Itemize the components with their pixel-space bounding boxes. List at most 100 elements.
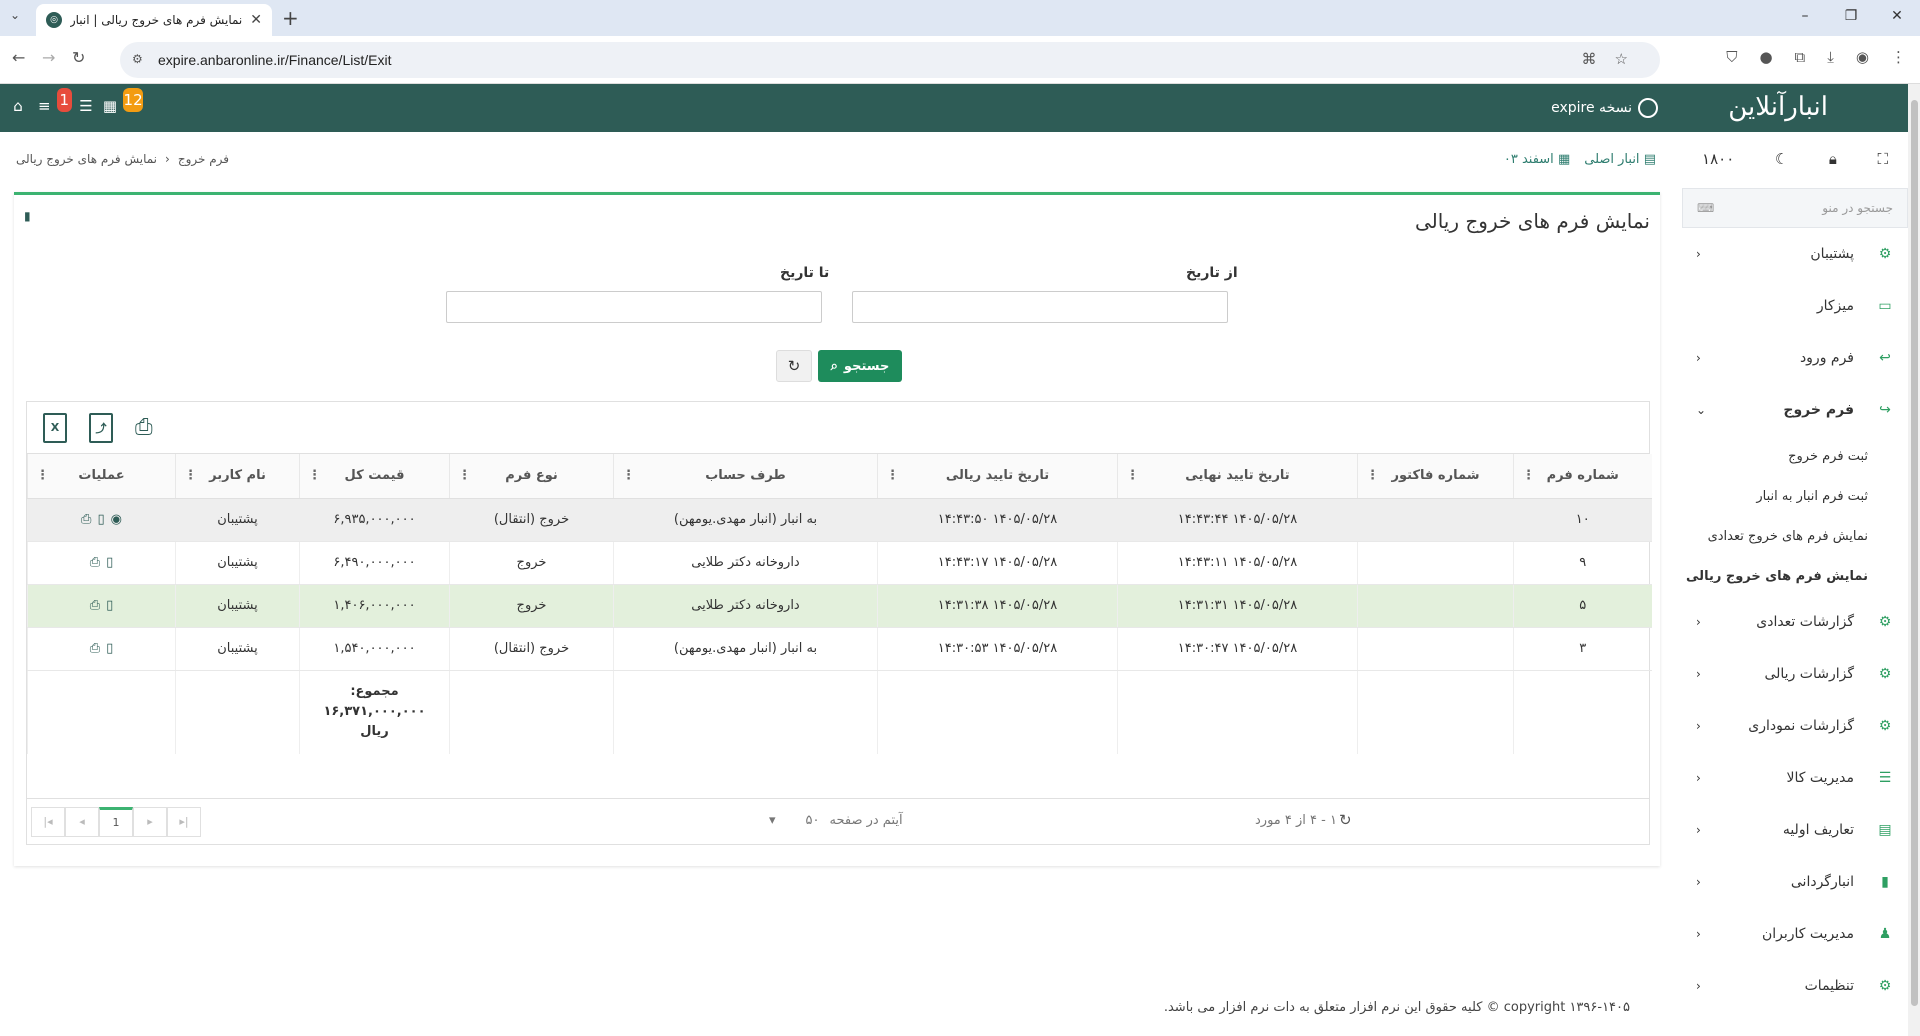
fullscreen-icon[interactable]: ⛶: [1877, 150, 1888, 184]
list-icon[interactable]: ☰: [76, 94, 96, 118]
column-menu-icon[interactable]: ⋮: [1366, 468, 1379, 483]
sidebar-item-goods-management[interactable]: ☰ مدیریت کالا ‹: [1682, 752, 1908, 804]
document-icon[interactable]: ▯: [106, 641, 113, 656]
sidebar-item-quantity-reports[interactable]: ⚙ گزارشات تعدادی ‹: [1682, 596, 1908, 648]
column-menu-icon[interactable]: ⋮: [36, 468, 49, 483]
sidebar-item-support[interactable]: ⚙ پشتیبان ‹: [1682, 228, 1908, 280]
print-row-icon[interactable]: ⎙: [90, 598, 100, 613]
url-field[interactable]: ⚙ expire.anbaronline.ir/Finance/List/Exi…: [120, 42, 1660, 78]
column-menu-icon[interactable]: ⋮: [622, 468, 635, 483]
print-icon[interactable]: ⎙: [135, 415, 153, 440]
column-menu-icon[interactable]: ⋮: [184, 468, 197, 483]
user-menu[interactable]: نسخه expire: [1551, 98, 1658, 118]
close-window-icon[interactable]: ✕: [1874, 0, 1920, 32]
breadcrumb-parent[interactable]: فرم خروج: [178, 152, 229, 166]
bookmark-icon[interactable]: ▮: [24, 209, 31, 223]
sidebar-subitem-register-exit[interactable]: ثبت فرم خروج: [1682, 436, 1908, 476]
app-logo[interactable]: انبارآنلاین: [1728, 92, 1828, 122]
next-page-icon[interactable]: ▸: [133, 806, 167, 837]
translate-icon[interactable]: ⌘: [1582, 51, 1615, 68]
print-row-icon[interactable]: ⎙: [81, 512, 91, 527]
notifications-icon[interactable]: ≡ 1: [38, 88, 73, 118]
moon-icon[interactable]: ☾: [1775, 150, 1788, 184]
document-icon[interactable]: ▯: [97, 512, 104, 527]
current-page[interactable]: 1: [99, 806, 133, 837]
sidebar-item-exit-form[interactable]: ↪ فرم خروج ⌄: [1682, 384, 1908, 436]
print-row-icon[interactable]: ⎙: [90, 555, 100, 570]
column-header[interactable]: عملیات ⋮: [27, 454, 176, 499]
excel-export-icon[interactable]: X: [43, 412, 67, 443]
table-row[interactable]: ۳ ۱۴۰۵/۰۵/۲۸ ۱۴:۳۰:۴۷ ۱۴۰۵/۰۵/۲۸ ۱۴:۳۰:۵…: [27, 627, 1652, 671]
pdf-export-icon[interactable]: ⤴: [89, 412, 113, 443]
column-menu-icon[interactable]: ⋮: [1522, 468, 1535, 483]
column-header[interactable]: تاریخ تایید نهایی ⋮: [1117, 454, 1358, 499]
first-page-icon[interactable]: |◂: [31, 806, 65, 837]
period-selector[interactable]: ▦ اسفند ۰۳: [1504, 152, 1570, 167]
sidebar-item-user-management[interactable]: ♟ مدیریت کاربران ‹: [1682, 908, 1908, 960]
column-menu-icon[interactable]: ⋮: [308, 468, 321, 483]
calendar-small-icon: ▦: [1557, 152, 1571, 167]
site-info-icon[interactable]: ⚙: [132, 52, 143, 66]
year-label[interactable]: ۱۸۰۰: [1702, 150, 1734, 184]
sidebar-item-chart-reports[interactable]: ⚙ گزارشات نموداری ‹: [1682, 700, 1908, 752]
sidebar-subitem-warehouse-transfer[interactable]: ثبت فرم انبار به انبار: [1682, 476, 1908, 516]
forward-icon[interactable]: →: [42, 48, 55, 67]
sidebar-search-input[interactable]: جستجو در منو ⌨: [1682, 188, 1908, 228]
sidebar-item-dashboard[interactable]: ▭ میزکار: [1682, 280, 1908, 332]
sidebar-item-stocktaking[interactable]: ▮ انبارگردانی ‹: [1682, 856, 1908, 908]
from-date-input[interactable]: [852, 291, 1228, 323]
table-row[interactable]: ۱۰ ۱۴۰۵/۰۵/۲۸ ۱۴:۴۳:۴۴ ۱۴۰۵/۰۵/۲۸ ۱۴:۴۳:…: [27, 498, 1652, 542]
lock-icon[interactable]: 🔒︎: [1829, 150, 1837, 184]
extension-circle-icon[interactable]: ●: [1759, 48, 1772, 66]
document-icon[interactable]: ▯: [106, 598, 113, 613]
sidebar-item-rial-reports[interactable]: ⚙ گزارشات ریالی ‹: [1682, 648, 1908, 700]
browser-tab[interactable]: ◎ نمایش فرم های خروج ریالی | انبار ✕: [36, 4, 272, 36]
star-icon[interactable]: ☆: [1615, 51, 1646, 68]
calendar-icon[interactable]: ▦ 12: [103, 88, 144, 118]
table-row[interactable]: ۹ ۱۴۰۵/۰۵/۲۸ ۱۴:۴۳:۱۱ ۱۴۰۵/۰۵/۲۸ ۱۴:۴۳:۱…: [27, 541, 1652, 585]
last-page-icon[interactable]: ▸|: [167, 806, 201, 837]
sidebar-item-basic-definitions[interactable]: ▤ تعاریف اولیه ‹: [1682, 804, 1908, 856]
column-menu-icon[interactable]: ⋮: [458, 468, 471, 483]
minimize-icon[interactable]: –: [1782, 0, 1828, 32]
warehouse-selector[interactable]: ▤ انبار اصلی: [1584, 152, 1656, 167]
search-button[interactable]: جستجو ⌕: [818, 350, 902, 382]
back-icon[interactable]: ←: [12, 48, 25, 67]
close-tab-icon[interactable]: ✕: [250, 12, 262, 28]
page-size-selector[interactable]: آیتم در صفحه ۵۰ ▾: [769, 813, 903, 828]
shield-icon[interactable]: ⛉: [1726, 48, 1737, 66]
download-icon[interactable]: ⤓: [1827, 48, 1834, 66]
column-header[interactable]: شماره فاکتور ⋮: [1357, 454, 1514, 499]
column-header[interactable]: تاریخ تایید ریالی ⋮: [877, 454, 1118, 499]
restore-icon[interactable]: ❐: [1828, 0, 1874, 32]
print-row-icon[interactable]: ⎙: [90, 641, 100, 656]
document-icon[interactable]: ▯: [106, 555, 113, 570]
sidebar-subitem-exit-rial[interactable]: نمایش فرم های خروج ریالی: [1682, 556, 1908, 596]
table-row[interactable]: ۵ ۱۴۰۵/۰۵/۲۸ ۱۴:۳۱:۳۱ ۱۴۰۵/۰۵/۲۸ ۱۴:۳۱:۳…: [27, 584, 1652, 628]
sidebar-item-settings[interactable]: ⚙ تنظیمات ‹: [1682, 960, 1908, 1012]
column-menu-icon[interactable]: ⋮: [886, 468, 899, 483]
page-scrollbar[interactable]: [1908, 84, 1920, 1036]
prev-page-icon[interactable]: ◂: [65, 806, 99, 837]
sidebar-subitem-exit-quantity[interactable]: نمایش فرم های خروج تعدادی: [1682, 516, 1908, 556]
sidebar-item-entry-form[interactable]: ↩ فرم ورود ‹: [1682, 332, 1908, 384]
new-tab-icon[interactable]: +: [282, 6, 299, 30]
pager-refresh-icon[interactable]: ↻: [1339, 811, 1352, 829]
table-cell: [175, 670, 300, 754]
puzzle-icon[interactable]: ⧉: [1795, 48, 1806, 66]
warehouse-icon[interactable]: ⌂: [8, 94, 28, 118]
column-menu-icon[interactable]: ⋮: [1126, 468, 1139, 483]
menu-icon[interactable]: ⋮: [1891, 48, 1906, 66]
column-header[interactable]: شماره فرم ⋮: [1513, 454, 1652, 499]
scrollbar-thumb[interactable]: [1911, 100, 1918, 1006]
reset-button[interactable]: ↻: [776, 350, 812, 382]
column-header[interactable]: قیمت کل ⋮: [299, 454, 450, 499]
column-header[interactable]: طرف حساب ⋮: [613, 454, 878, 499]
reload-icon[interactable]: ↻: [72, 48, 85, 67]
view-icon[interactable]: ◉: [111, 512, 122, 527]
profile-icon[interactable]: ◉: [1856, 48, 1869, 66]
column-header[interactable]: نوع فرم ⋮: [449, 454, 614, 499]
column-header[interactable]: نام کاربر ⋮: [175, 454, 300, 499]
tab-list-icon[interactable]: ⌄: [10, 8, 20, 22]
to-date-input[interactable]: [446, 291, 822, 323]
